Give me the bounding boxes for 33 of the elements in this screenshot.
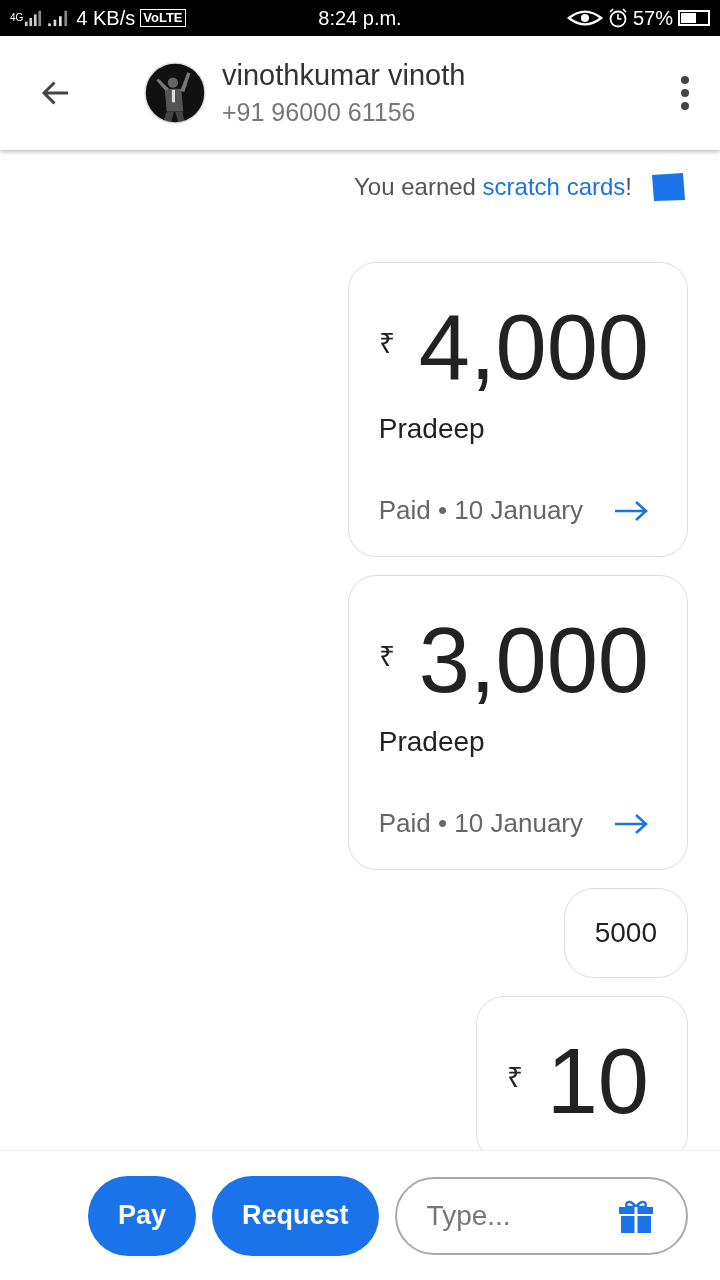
contact-phone: +91 96000 61156 xyxy=(222,98,417,127)
arrow-right-icon xyxy=(613,811,649,836)
volte-badge: VoLTE xyxy=(140,9,186,27)
currency-symbol: ₹ xyxy=(378,327,395,361)
payee-name: Pradeep xyxy=(378,413,486,445)
arrow-right-icon xyxy=(613,498,649,523)
battery-icon xyxy=(678,10,710,26)
payment-status: Paid • 10 January xyxy=(378,808,583,839)
battery-percent: 57% xyxy=(632,6,673,30)
signal-icon xyxy=(24,9,43,27)
message-bubble: 5000 xyxy=(563,888,688,978)
network-speed: 4 KB/s xyxy=(76,6,136,30)
more-options-icon xyxy=(680,75,690,111)
scratch-card-notice: You earned scratch cards! xyxy=(354,173,632,201)
clock-time: 8:24 p.m. xyxy=(318,6,402,30)
message-field[interactable]: Type... xyxy=(394,1176,688,1255)
payment-amount: 4,000 xyxy=(418,297,649,397)
network-label: 4G xyxy=(10,12,24,23)
payment-amount: 3,000 xyxy=(418,610,649,710)
contact-name: vinothkumar vinoth xyxy=(222,59,467,92)
payee-name: Pradeep xyxy=(378,726,486,758)
currency-symbol: ₹ xyxy=(506,1061,523,1095)
payment-card[interactable]: ₹ 4,000 Pradeep Paid • 10 January xyxy=(347,262,688,557)
eye-icon xyxy=(566,9,603,27)
scratch-card-icon xyxy=(650,172,686,202)
scratch-cards-link[interactable]: scratch cards xyxy=(482,173,626,200)
payment-card[interactable]: ₹ 3,000 Pradeep Paid • 10 January xyxy=(347,575,688,870)
payment-status: Paid • 10 January xyxy=(378,495,583,526)
payment-amount: 10 xyxy=(546,1031,649,1131)
request-button[interactable]: Request xyxy=(212,1175,379,1256)
pay-button[interactable]: Pay xyxy=(88,1175,197,1256)
currency-symbol: ₹ xyxy=(378,640,395,674)
alarm-icon xyxy=(607,8,628,28)
